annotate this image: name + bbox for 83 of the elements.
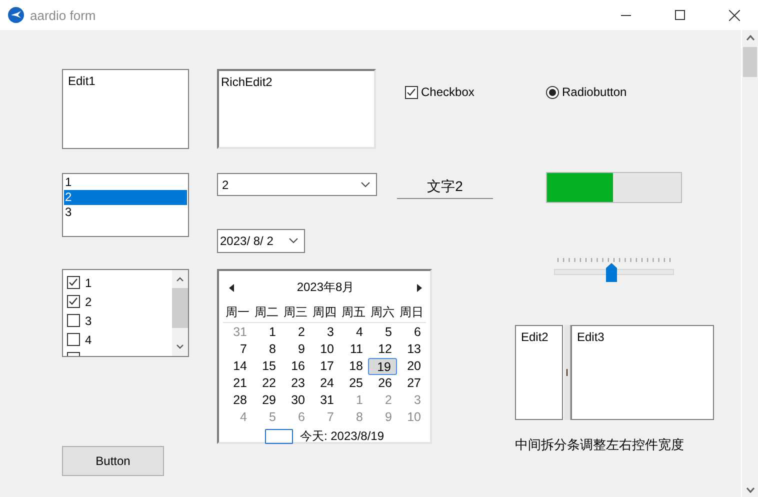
text-field[interactable]: RichEdit2 [217, 69, 376, 149]
calendar-day[interactable]: 27 [397, 375, 426, 392]
checkbox-label[interactable]: Checkbox [421, 85, 474, 99]
splitter-bar[interactable] [563, 325, 571, 420]
dropdown[interactable]: 2 [217, 173, 377, 196]
scrollbar[interactable] [741, 30, 758, 497]
calendar-day[interactable]: 23 [281, 375, 310, 392]
weekday-label: 周三 [282, 304, 308, 321]
calendar-day[interactable]: 21 [223, 375, 252, 392]
calendar-day[interactable]: 29 [252, 392, 281, 409]
list-box[interactable]: 1 2 3 [62, 173, 189, 237]
checkbox[interactable] [67, 333, 80, 346]
checkbox[interactable] [405, 86, 418, 98]
list-item[interactable]: 2 [64, 190, 187, 205]
calendar-day[interactable]: 30 [281, 392, 310, 409]
weekday-label: 周六 [370, 304, 396, 321]
calendar-day[interactable]: 13 [397, 341, 426, 358]
calendar-day[interactable]: 22 [252, 375, 281, 392]
calendar-day[interactable]: 15 [252, 358, 281, 375]
today-link[interactable]: 今天: 2023/8/19 [300, 428, 384, 445]
calendar-day[interactable]: 8 [252, 341, 281, 358]
chevron-icon [361, 182, 370, 188]
text-field[interactable]: Edit3 [571, 325, 714, 420]
weekday-label: 周四 [312, 304, 338, 321]
slider[interactable] [554, 263, 674, 282]
calendar-day[interactable]: 18 [339, 358, 368, 375]
slider-thumb[interactable] [606, 263, 618, 282]
calendar-day[interactable]: 4 [339, 324, 368, 341]
button[interactable]: Button [62, 446, 164, 476]
radio-button[interactable] [546, 86, 559, 98]
calendar-day[interactable]: 25 [339, 375, 368, 392]
calendar-day[interactable]: 2 [281, 324, 310, 341]
weekday-label: 周五 [340, 304, 366, 321]
text-field[interactable]: Edit2 [515, 325, 563, 420]
chevron-icon [289, 238, 298, 244]
scroll-up-icon[interactable] [746, 35, 754, 41]
calendar-day[interactable]: 12 [368, 341, 397, 358]
calendar-day[interactable]: 9 [281, 341, 310, 358]
calendar-day[interactable]: 14 [223, 358, 252, 375]
calendar-day[interactable]: 16 [281, 358, 310, 375]
today-marker [264, 429, 293, 444]
weekday-label: 周二 [254, 304, 280, 321]
checkbox[interactable] [67, 314, 80, 327]
calendar-day[interactable]: 5 [368, 324, 397, 341]
checkbox[interactable] [67, 276, 80, 289]
checkbox[interactable] [67, 295, 80, 308]
calendar-day[interactable]: 6 [397, 324, 426, 341]
text-field[interactable]: Edit1 [62, 69, 189, 149]
checkbox-label[interactable]: 4 [85, 332, 92, 346]
list-item[interactable]: 1 [64, 175, 187, 190]
window-title: aardio form [30, 8, 96, 22]
month-title[interactable]: 2023年8月 [296, 279, 354, 296]
scroll-thumb[interactable] [743, 47, 757, 77]
checkbox-label[interactable]: 3 [85, 314, 92, 328]
calendar-day[interactable]: 28 [223, 392, 252, 409]
previous-month-icon[interactable] [229, 284, 234, 292]
calendar-day[interactable]: 3 [310, 324, 339, 341]
weekday-label: 周一 [224, 304, 250, 321]
checkbox-label[interactable]: 1 [85, 276, 92, 290]
scroll-down-icon[interactable] [746, 487, 754, 493]
calendar-day[interactable]: 24 [310, 375, 339, 392]
checkbox-label[interactable]: 2 [85, 294, 92, 308]
calendar-day[interactable]: 26 [368, 375, 397, 392]
calendar-day[interactable]: 1 [252, 324, 281, 341]
calendar-day[interactable]: 19 [368, 358, 397, 375]
scrollbar[interactable] [172, 270, 188, 356]
close-icon[interactable] [729, 10, 740, 20]
date-picker[interactable]: 2023/ 8/ 2 [217, 229, 305, 253]
calendar-day[interactable]: 7 [223, 341, 252, 358]
check-list[interactable]: 1 2 3 4 [62, 269, 189, 357]
hint-text: 中间拆分条调整左右控件宽度 [515, 436, 684, 454]
calendar-day[interactable]: 10 [310, 341, 339, 358]
app-logo-icon [8, 7, 24, 23]
list-item[interactable]: 3 [64, 205, 187, 220]
calendar-day[interactable]: 31 [310, 392, 339, 409]
next-month-icon[interactable] [417, 284, 422, 292]
calendar-day[interactable]: 17 [310, 358, 339, 375]
radio-label[interactable]: Radiobutton [562, 85, 627, 99]
weekday-label: 周日 [398, 304, 424, 321]
calendar-day[interactable]: 11 [339, 341, 368, 358]
calendar-day[interactable]: 20 [397, 358, 426, 375]
static-text: 文字2 [397, 178, 493, 199]
maximize-icon[interactable] [675, 10, 685, 20]
